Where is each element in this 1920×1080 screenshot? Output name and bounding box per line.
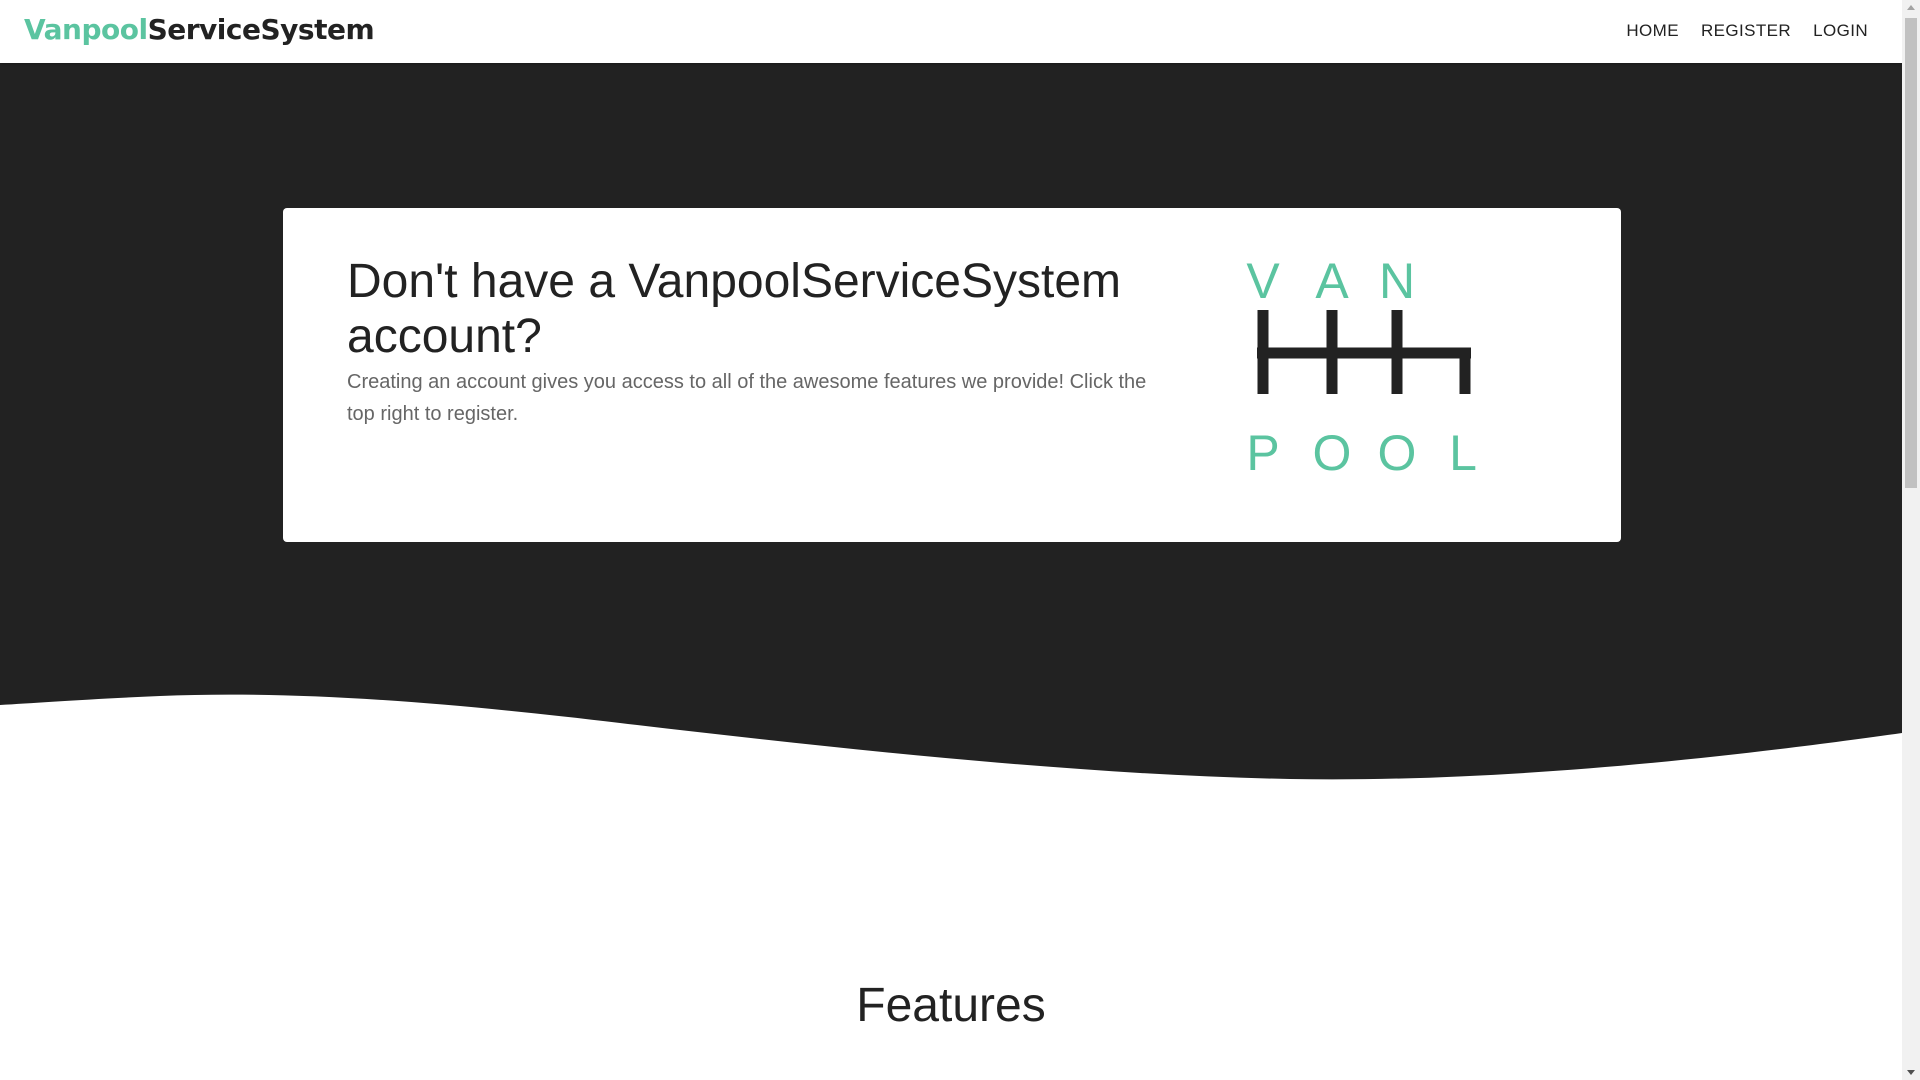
logo-letter-o2: O [1378,425,1417,481]
logo-letter-n: N [1379,256,1415,309]
logo-letter-o1: O [1313,425,1352,481]
logo-letter-p: P [1246,425,1279,481]
brand-logo[interactable]: VanpoolServiceSystem [24,12,375,48]
nav-link-login[interactable]: LOGIN [1813,20,1868,42]
logo-letter-a: A [1315,256,1349,309]
register-prompt-card: Don't have a VanpoolServiceSystem accoun… [283,208,1621,542]
scroll-up-arrow-icon[interactable] [1907,5,1915,10]
vanpool-gear-shift-logo: V A N P O O L [1246,256,1477,481]
nav-link-home[interactable]: HOME [1626,20,1679,42]
features-heading: Features [856,979,1046,1032]
nav-links: HOME REGISTER LOGIN [1626,20,1868,42]
logo-letter-l: L [1449,425,1477,481]
card-description: Creating an account gives you access to … [347,371,1147,425]
scroll-down-arrow-icon[interactable] [1907,1070,1915,1075]
nav-link-register[interactable]: REGISTER [1701,20,1791,42]
scrollbar-thumb[interactable] [1905,18,1917,488]
brand-primary: Vanpool [24,13,148,46]
gear-shift-icon [1257,310,1471,394]
logo-letter-v: V [1246,256,1280,309]
brand-secondary: ServiceSystem [147,13,375,46]
vertical-scrollbar[interactable] [1902,0,1920,1080]
navbar: VanpoolServiceSystem HOME REGISTER LOGIN [0,0,1902,63]
page: VanpoolServiceSystem HOME REGISTER LOGIN… [0,0,1920,1080]
card-title: Don't have a VanpoolServiceSystem accoun… [347,255,1122,363]
